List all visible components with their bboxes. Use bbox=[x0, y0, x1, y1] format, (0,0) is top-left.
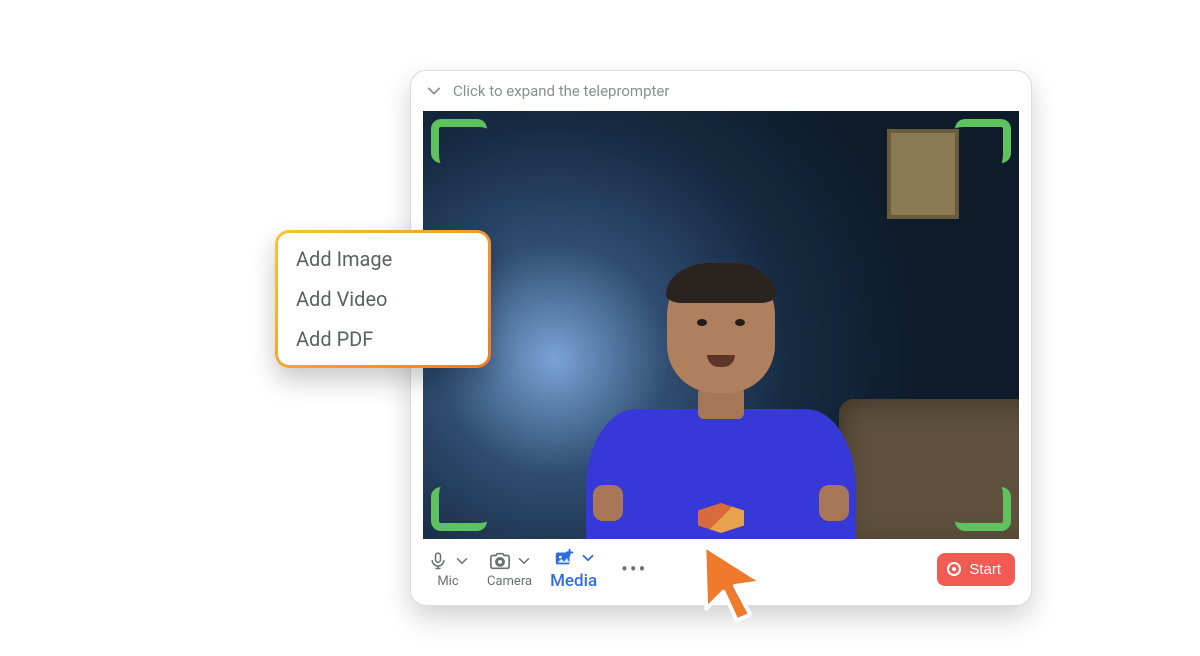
media-menu-popover: Add Image Add Video Add PDF bbox=[275, 230, 491, 368]
record-icon bbox=[947, 562, 961, 576]
media-menu-item-add-image[interactable]: Add Image bbox=[296, 247, 470, 271]
frame-corner-icon bbox=[431, 119, 487, 163]
frame-corner-icon bbox=[431, 487, 487, 531]
media-menu-item-add-pdf[interactable]: Add PDF bbox=[296, 327, 470, 351]
camera-icon bbox=[489, 550, 511, 572]
recorder-window: Click to expand the teleprompter bbox=[410, 70, 1032, 606]
frame-corner-icon bbox=[955, 119, 1011, 163]
more-icon: ••• bbox=[621, 557, 647, 581]
camera-label: Camera bbox=[487, 574, 532, 589]
media-label: Media bbox=[550, 571, 597, 591]
teleprompter-placeholder: Click to expand the teleprompter bbox=[453, 82, 669, 100]
mic-control[interactable]: Mic bbox=[427, 550, 469, 589]
media-control[interactable]: Media bbox=[550, 547, 597, 591]
start-label: Start bbox=[969, 561, 1001, 578]
recorder-toolbar: Mic Camera bbox=[411, 539, 1031, 605]
mic-icon bbox=[427, 550, 449, 572]
more-options-button[interactable]: ••• bbox=[615, 549, 653, 589]
camera-scene bbox=[423, 111, 1019, 539]
wall-poster-decor bbox=[887, 129, 959, 219]
chevron-down-icon bbox=[427, 84, 441, 98]
media-menu-item-add-video[interactable]: Add Video bbox=[296, 287, 470, 311]
start-record-button[interactable]: Start bbox=[937, 553, 1015, 586]
teleprompter-bar[interactable]: Click to expand the teleprompter bbox=[411, 71, 1031, 111]
mic-label: Mic bbox=[437, 574, 458, 589]
presenter-illustration bbox=[571, 289, 871, 539]
camera-preview bbox=[423, 111, 1019, 539]
add-media-icon bbox=[553, 547, 575, 569]
chevron-down-icon[interactable] bbox=[455, 554, 469, 568]
chevron-down-icon[interactable] bbox=[517, 554, 531, 568]
frame-corner-icon bbox=[955, 487, 1011, 531]
chevron-down-icon[interactable] bbox=[581, 551, 595, 565]
camera-control[interactable]: Camera bbox=[487, 550, 532, 589]
